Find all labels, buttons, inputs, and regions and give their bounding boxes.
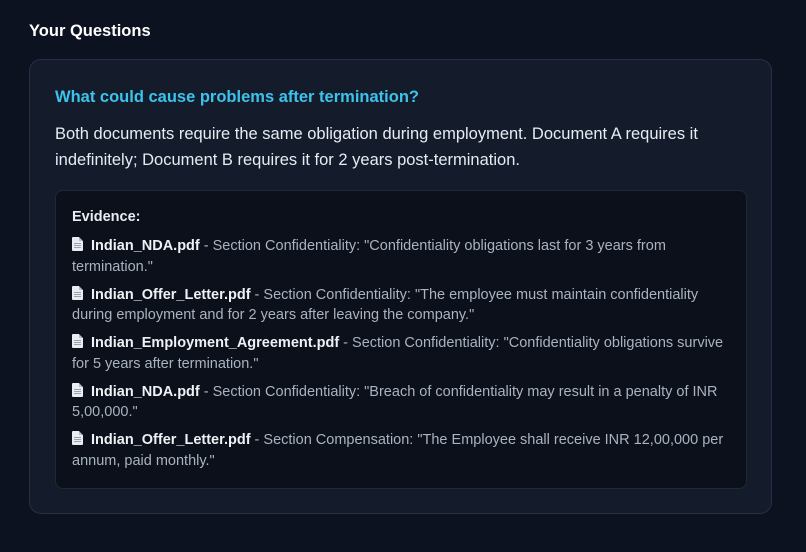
evidence-item: Indian_NDA.pdf - Section Confidentiality… xyxy=(72,236,730,277)
evidence-document-name: Indian_Offer_Letter.pdf xyxy=(91,286,251,303)
answer-text: Both documents require the same obligati… xyxy=(55,125,698,169)
evidence-document-name: Indian_NDA.pdf xyxy=(91,238,200,254)
questions-page: Your Questions What could cause problems… xyxy=(0,0,806,552)
evidence-document-name: Indian_NDA.pdf xyxy=(91,383,200,400)
evidence-document-name: Indian_Employment_Agreement.pdf xyxy=(91,335,340,351)
document-icon xyxy=(72,334,83,348)
question-card: What could cause problems after terminat… xyxy=(29,59,772,514)
evidence-item: Indian_Offer_Letter.pdf - Section Compen… xyxy=(72,430,730,471)
document-icon xyxy=(72,431,83,445)
section-title: Your Questions xyxy=(29,22,151,40)
evidence-item: Indian_Employment_Agreement.pdf - Sectio… xyxy=(72,333,730,374)
evidence-item: Indian_Offer_Letter.pdf - Section Confid… xyxy=(72,285,730,326)
question-title: What could cause problems after terminat… xyxy=(55,88,419,106)
evidence-heading: Evidence: xyxy=(72,209,141,225)
document-icon xyxy=(72,285,83,300)
evidence-document-name: Indian_Offer_Letter.pdf xyxy=(91,432,251,448)
document-icon xyxy=(72,382,83,397)
evidence-list: Indian_NDA.pdf - Section Confidentiality… xyxy=(72,236,730,471)
evidence-box: Evidence: Indian_NDA.pdf - Section Confi… xyxy=(55,190,747,489)
document-icon xyxy=(72,237,83,251)
evidence-item: Indian_NDA.pdf - Section Confidentiality… xyxy=(72,382,730,423)
